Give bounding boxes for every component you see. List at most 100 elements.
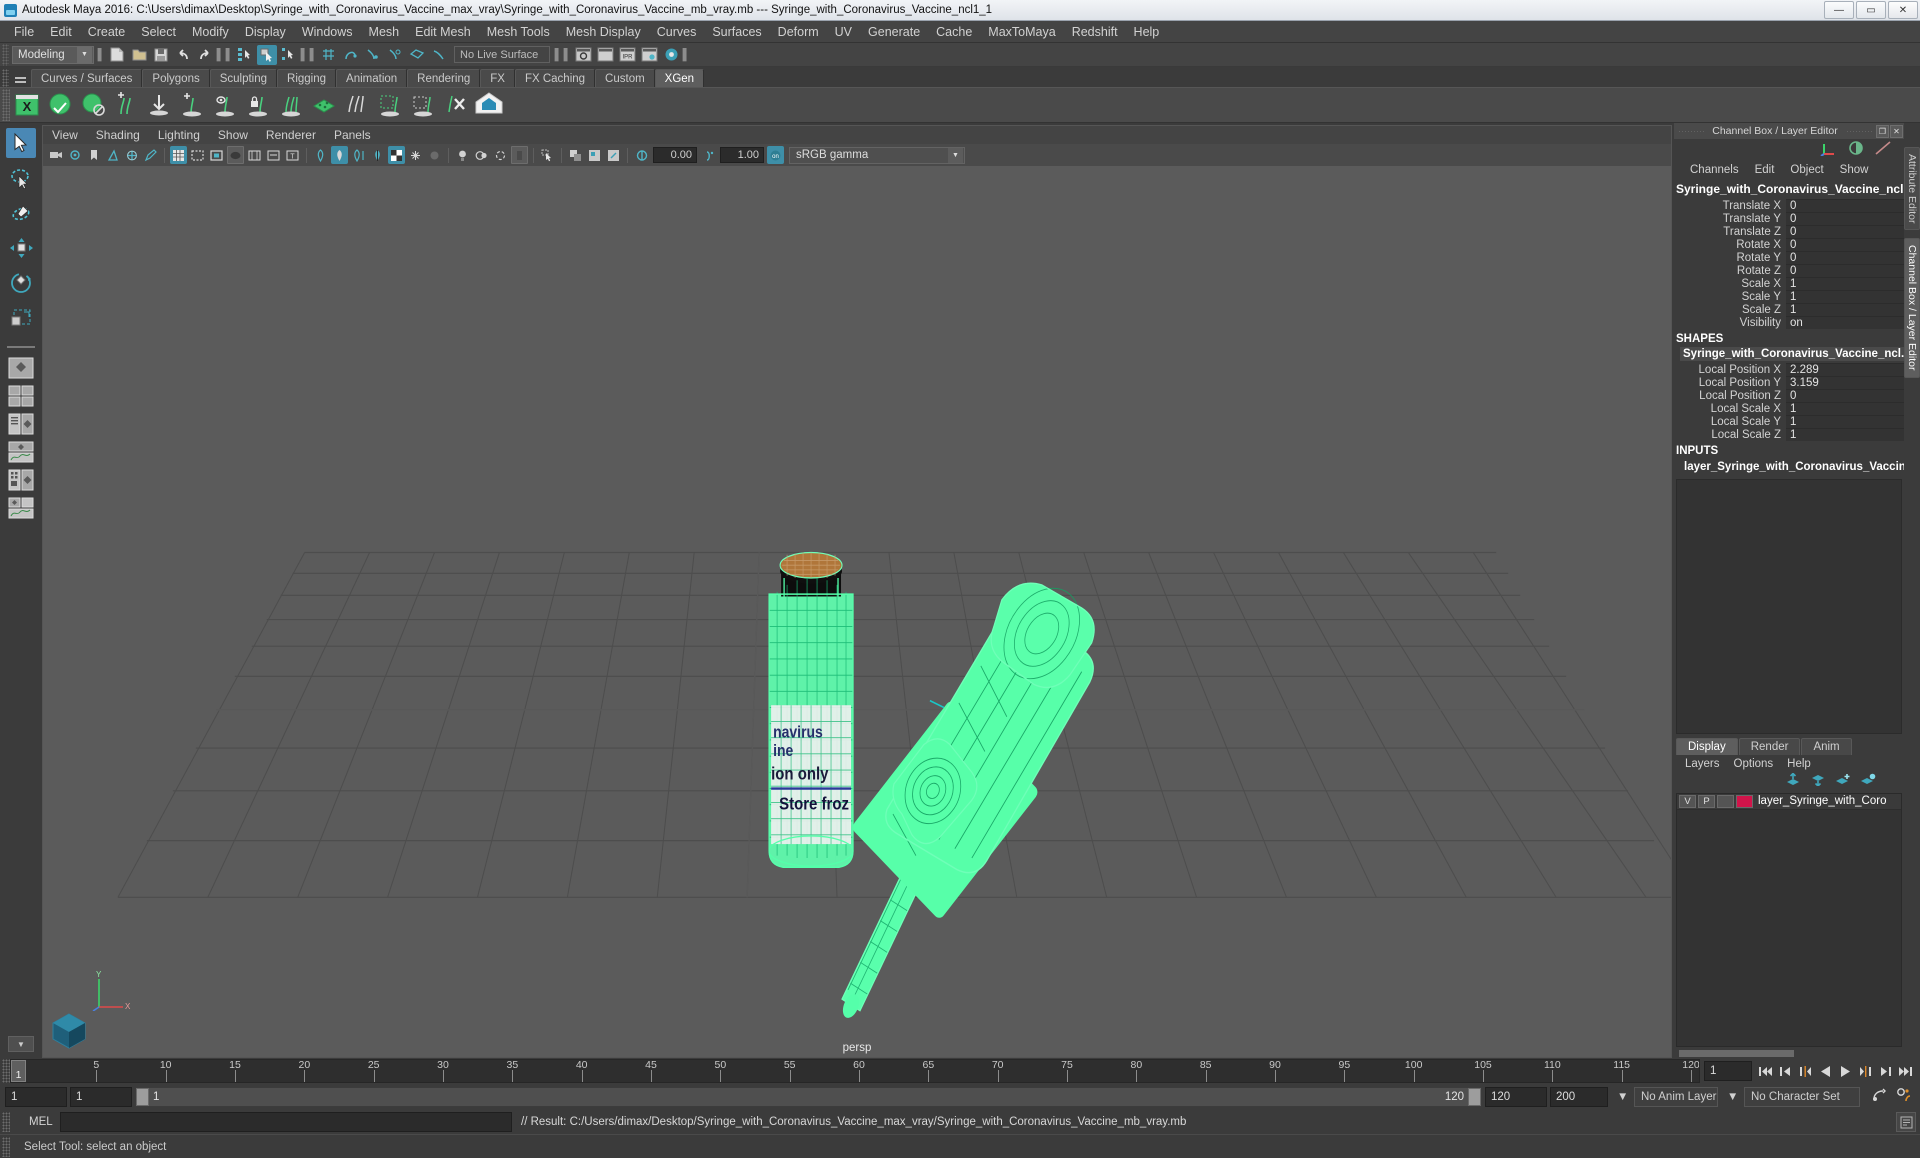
safe-title-icon[interactable]: [265, 146, 282, 164]
smooth-shade-all-icon[interactable]: [331, 146, 348, 164]
maximize-button[interactable]: ▭: [1856, 1, 1886, 19]
layer-name[interactable]: layer_Syringe_with_Coro: [1758, 795, 1886, 807]
shelf-tab-curves-surfaces[interactable]: Curves / Surfaces: [31, 69, 143, 87]
layer-menu-options[interactable]: Options: [1727, 758, 1781, 770]
layer-editor-tab-anim[interactable]: Anim: [1801, 737, 1852, 755]
menu-item-windows[interactable]: Windows: [294, 21, 361, 43]
wireframe-icon[interactable]: [312, 146, 329, 164]
channel-value[interactable]: 1: [1786, 402, 1904, 415]
layer-visibility-toggle[interactable]: V: [1679, 794, 1696, 808]
dock-tab-channel-box-layer-editor[interactable]: Channel Box / Layer Editor: [1904, 238, 1920, 378]
save-scene-icon[interactable]: [151, 45, 171, 65]
xgen-cut-icon[interactable]: [373, 89, 406, 121]
close-button[interactable]: ✕: [1888, 1, 1918, 19]
move-tool-button[interactable]: [6, 233, 36, 263]
panel-close-button[interactable]: ✕: [1890, 124, 1903, 138]
make-live-icon[interactable]: [429, 45, 449, 65]
color-profile-selector[interactable]: sRGB gamma ▼: [789, 146, 965, 164]
shape-node-name[interactable]: Syringe_with_Coronavirus_Vaccine_ncl...: [1680, 347, 1904, 361]
menu-item-cache[interactable]: Cache: [928, 21, 980, 43]
select-by-component-icon[interactable]: [279, 45, 299, 65]
layer-list-scrollbar[interactable]: [1674, 1049, 1904, 1058]
shelf-menu-icon[interactable]: [9, 69, 31, 87]
auto-keyframe-icon[interactable]: [1871, 1087, 1888, 1108]
shelf-tab-animation[interactable]: Animation: [336, 69, 408, 87]
new-layer-from-selected-icon[interactable]: [1860, 773, 1876, 791]
shelf-tab-xgen[interactable]: XGen: [654, 69, 705, 87]
channel-value[interactable]: 1: [1786, 290, 1904, 303]
film-gate-icon[interactable]: [189, 146, 206, 164]
layer-list[interactable]: V Player_Syringe_with_Coro: [1676, 792, 1902, 1047]
channel-speed-icon[interactable]: [1848, 140, 1864, 161]
scrollbar-thumb[interactable]: [1679, 1050, 1794, 1057]
character-set-selector[interactable]: No Character Set: [1744, 1087, 1860, 1107]
display-layer-icon[interactable]: [586, 146, 603, 164]
viewport-menu-show[interactable]: Show: [209, 126, 257, 145]
channel-value[interactable]: on: [1786, 316, 1904, 329]
render-sequence-icon[interactable]: [595, 45, 615, 65]
shelf-tab-rigging[interactable]: Rigging: [277, 69, 337, 87]
bookmark-icon[interactable]: [85, 146, 102, 164]
view-cube-gizmo[interactable]: [49, 1011, 89, 1051]
select-by-hierarchy-icon[interactable]: [235, 45, 255, 65]
shelf-tab-rendering[interactable]: Rendering: [407, 69, 481, 87]
color-management-icon[interactable]: on: [767, 146, 784, 164]
single-perspective-layout-button[interactable]: [8, 356, 34, 380]
xgen-density-icon[interactable]: [175, 89, 208, 121]
channel-value[interactable]: 1: [1786, 277, 1904, 290]
smooth-shade-selected-icon[interactable]: [350, 146, 367, 164]
shelf-tab-fx[interactable]: FX: [480, 69, 515, 87]
viewport-menu-renderer[interactable]: Renderer: [257, 126, 325, 145]
menu-item-curves[interactable]: Curves: [649, 21, 705, 43]
xgen-preview-icon[interactable]: [76, 89, 109, 121]
xray-joints-icon[interactable]: [426, 146, 443, 164]
animation-start-time-field[interactable]: 1: [5, 1087, 67, 1107]
xgen-editor-icon[interactable]: X: [10, 89, 43, 121]
ipr-render-icon[interactable]: IPR: [617, 45, 637, 65]
menu-item-maxtomaya[interactable]: MaxToMaya: [980, 21, 1063, 43]
shelf-tab-sculpting[interactable]: Sculpting: [209, 69, 278, 87]
channel-slider-icon[interactable]: [1874, 140, 1892, 161]
chevron-down-icon[interactable]: ▼: [77, 46, 92, 63]
snap-to-projected-center-icon[interactable]: [385, 45, 405, 65]
layer-menu-layers[interactable]: Layers: [1678, 758, 1727, 770]
render-settings-icon[interactable]: [639, 45, 659, 65]
xgen-clump-icon[interactable]: [307, 89, 340, 121]
channel-value[interactable]: 0: [1786, 238, 1904, 251]
paint-select-tool-button[interactable]: [6, 198, 36, 228]
image-plane-icon[interactable]: [104, 146, 121, 164]
layer-row[interactable]: V Player_Syringe_with_Coro: [1677, 793, 1901, 810]
channel-value[interactable]: 1: [1786, 415, 1904, 428]
layer-playback-toggle[interactable]: P: [1698, 794, 1715, 808]
menu-item-select[interactable]: Select: [133, 21, 184, 43]
lighting-all-icon[interactable]: [473, 146, 490, 164]
camera-attributes-icon[interactable]: [66, 146, 83, 164]
step-back-frame-icon[interactable]: [1796, 1061, 1814, 1081]
channel-box-menu-show[interactable]: Show: [1832, 164, 1877, 176]
xgen-lock-icon[interactable]: [241, 89, 274, 121]
command-line-grip[interactable]: [2, 1112, 10, 1132]
channel-value[interactable]: 0: [1786, 389, 1904, 402]
menu-item-edit[interactable]: Edit: [42, 21, 80, 43]
menu-item-modify[interactable]: Modify: [184, 21, 237, 43]
channel-box-menu-object[interactable]: Object: [1782, 164, 1831, 176]
select-tool-button[interactable]: [6, 128, 36, 158]
anim-layer-selector[interactable]: No Anim Layer: [1634, 1087, 1718, 1107]
channel-box-menu-edit[interactable]: Edit: [1747, 164, 1783, 176]
current-frame-field[interactable]: 1: [1704, 1061, 1752, 1081]
shelf-tab-custom[interactable]: Custom: [595, 69, 655, 87]
xgen-add-groom-icon[interactable]: [109, 89, 142, 121]
command-input[interactable]: [60, 1112, 512, 1132]
menu-item-redshift[interactable]: Redshift: [1064, 21, 1126, 43]
lighting-selected-icon[interactable]: [492, 146, 509, 164]
channel-value[interactable]: 0: [1786, 264, 1904, 277]
channel-value[interactable]: 2.289: [1786, 363, 1904, 376]
channel-value[interactable]: 0: [1786, 225, 1904, 238]
flat-shade-icon[interactable]: [369, 146, 386, 164]
snap-to-curve-icon[interactable]: [341, 45, 361, 65]
select-camera-icon[interactable]: [47, 146, 64, 164]
gate-mask-icon[interactable]: [227, 146, 244, 164]
menu-set-selector[interactable]: Modeling ▼: [12, 45, 94, 64]
viewport-menu-panels[interactable]: Panels: [325, 126, 380, 145]
time-slider-grip[interactable]: [2, 1059, 10, 1083]
